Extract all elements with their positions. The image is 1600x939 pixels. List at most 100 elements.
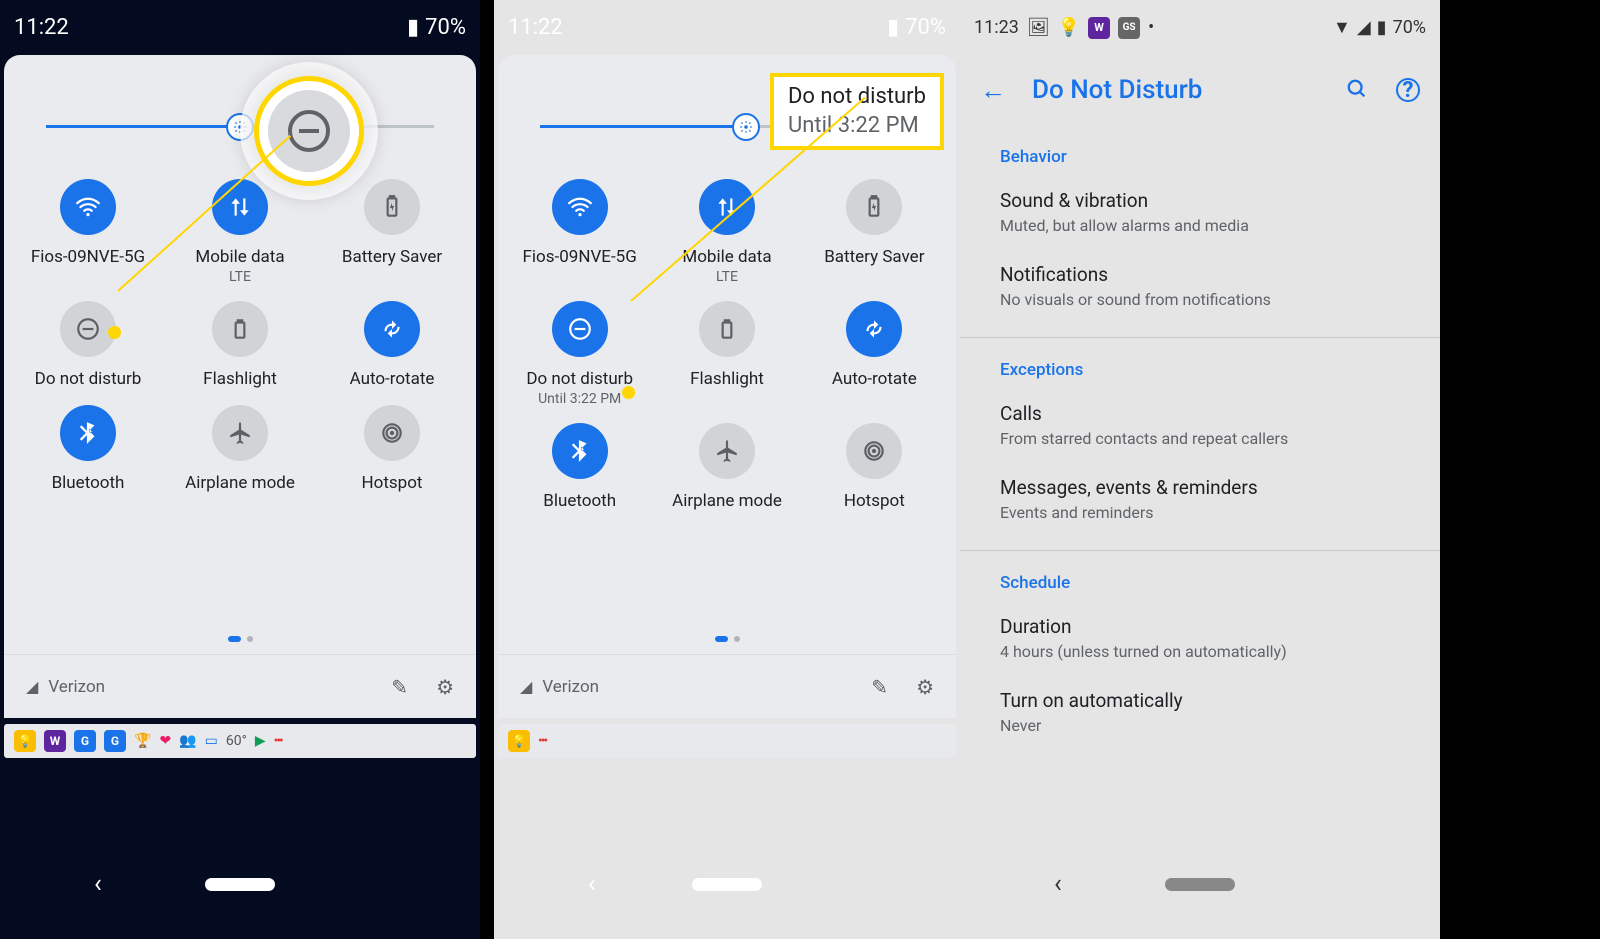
tile-label: Airplane mode <box>164 473 316 493</box>
gs2-icon: G <box>104 730 126 752</box>
hl-dot <box>108 326 121 339</box>
qs-footer: ◢ Verizon ✎ ⚙ <box>4 654 476 718</box>
brightness-gear-icon[interactable] <box>226 113 254 141</box>
home-pill[interactable] <box>1165 878 1235 891</box>
plane-icon <box>699 423 755 479</box>
setting-item[interactable]: Messages, events & reminders Events and r… <box>960 462 1440 536</box>
setting-sub: No visuals or sound from notifications <box>1000 290 1400 309</box>
setting-title: Duration <box>1000 615 1400 638</box>
section: BehaviorSound & vibrationMuted, but allo… <box>960 125 1440 337</box>
tile-plane[interactable]: Airplane mode <box>164 405 316 493</box>
home-pill[interactable] <box>692 878 762 891</box>
tile-sub: LTE <box>164 269 316 285</box>
tile-battery[interactable]: Battery Saver <box>801 179 948 285</box>
tile-label: Fios-09NVE-5G <box>12 247 164 267</box>
more-icon: ••• <box>274 733 282 749</box>
section: ExceptionsCallsFrom starred contacts and… <box>960 337 1440 550</box>
rotate-icon <box>846 301 902 357</box>
setting-title: Turn on automatically <box>1000 689 1400 712</box>
battery-pct: 70% <box>425 15 466 40</box>
plane-icon <box>212 405 268 461</box>
card-icon: ▭ <box>205 733 218 749</box>
battery-pct: 70% <box>905 15 946 40</box>
tile-dnd[interactable]: Do not disturb <box>12 301 164 389</box>
phone1: 11:22 ▮ 70% Fios-09NVE-5GMobile dataLTEB… <box>0 0 480 939</box>
nav-bar: ‹ <box>960 829 1440 939</box>
setting-item[interactable]: Turn on automatically Never <box>960 675 1440 749</box>
noti-bar[interactable]: 💡 W G G 🏆 ❤ 👥 ▭ 60° ▶ ••• <box>4 724 476 758</box>
bt-icon <box>60 405 116 461</box>
battery-icon: ▮ <box>887 15 899 40</box>
setting-item[interactable]: Notifications No visuals or sound from no… <box>960 249 1440 323</box>
tile-label: Do not disturb <box>12 369 164 389</box>
setting-sub: Never <box>1000 716 1400 735</box>
tile-label: Mobile data <box>164 247 316 267</box>
hotspot-icon <box>846 423 902 479</box>
tile-wifi[interactable]: Fios-09NVE-5G <box>506 179 653 285</box>
battery-pct: 70% <box>1393 17 1426 38</box>
edit-icon[interactable]: ✎ <box>391 675 408 699</box>
wifi-icon: ▼ <box>1333 17 1351 38</box>
nav-bar: ‹ <box>0 829 480 939</box>
setting-sub: Events and reminders <box>1000 503 1400 522</box>
tile-hotspot[interactable]: Hotspot <box>801 423 948 511</box>
tile-flash[interactable]: Flashlight <box>653 301 800 407</box>
setting-item[interactable]: Sound & vibrationMuted, but allow alarms… <box>960 175 1440 249</box>
phone3: 11:23 🖼 💡 W GS • ▼ ◢ ▮ 70% ← Do Not Dist… <box>960 0 1440 939</box>
gs-icon: G <box>74 730 96 752</box>
tile-label: Hotspot <box>801 491 948 511</box>
tile-rotate[interactable]: Auto-rotate <box>801 301 948 407</box>
settings-header: ← Do Not Disturb ? <box>960 55 1440 125</box>
tile-label: Flashlight <box>653 369 800 389</box>
back-icon[interactable]: ‹ <box>588 869 596 899</box>
setting-sub: 4 hours (unless turned on automatically) <box>1000 642 1400 661</box>
person-icon: 👥 <box>179 733 196 749</box>
tile-bt[interactable]: Bluetooth <box>506 423 653 511</box>
tile-sub: LTE <box>653 269 800 285</box>
tile-flash[interactable]: Flashlight <box>164 301 316 389</box>
brightness-slider[interactable] <box>46 103 434 153</box>
bulb-icon: 💡 <box>1058 17 1080 38</box>
bt-icon <box>552 423 608 479</box>
carrier: Verizon <box>48 677 105 697</box>
setting-title: Sound & vibration <box>1000 189 1400 212</box>
flash-icon <box>212 301 268 357</box>
flash-icon <box>699 301 755 357</box>
setting-item[interactable]: CallsFrom starred contacts and repeat ca… <box>960 388 1440 462</box>
tile-label: Hotspot <box>316 473 468 493</box>
tile-data[interactable]: Mobile dataLTE <box>653 179 800 285</box>
setting-title: Notifications <box>1000 263 1400 286</box>
settings-icon[interactable]: ⚙ <box>916 675 934 699</box>
search-icon[interactable] <box>1346 78 1368 102</box>
back-icon[interactable]: ‹ <box>94 869 102 899</box>
noti-bar[interactable]: 💡 ••• <box>498 724 956 758</box>
battery-icon: ▮ <box>1377 17 1387 38</box>
brightness-gear-icon[interactable] <box>732 113 760 141</box>
tile-label: Bluetooth <box>506 491 653 511</box>
tile-plane[interactable]: Airplane mode <box>653 423 800 511</box>
tile-label: Fios-09NVE-5G <box>506 247 653 267</box>
help-icon[interactable]: ? <box>1396 78 1420 102</box>
hotspot-icon <box>364 405 420 461</box>
time: 11:22 <box>508 15 563 40</box>
phone2: 11:22 ▮ 70% Fios-09NVE-5GMobile dataLTEB… <box>480 0 960 939</box>
tile-rotate[interactable]: Auto-rotate <box>316 301 468 389</box>
signal-icon: ◢ <box>520 677 532 696</box>
back-arrow-icon[interactable]: ← <box>980 75 1006 106</box>
quick-settings-panel: Fios-09NVE-5GMobile data LTEBattery Saver… <box>4 55 476 718</box>
edit-icon[interactable]: ✎ <box>871 675 888 699</box>
tile-hotspot[interactable]: Hotspot <box>316 405 468 493</box>
tile-label: Bluetooth <box>12 473 164 493</box>
setting-title: Messages, events & reminders <box>1000 476 1400 499</box>
tile-battery[interactable]: Battery Saver <box>316 179 468 285</box>
home-pill[interactable] <box>205 878 275 891</box>
section-heading: Exceptions <box>960 360 1440 388</box>
setting-item[interactable]: Duration 4 hours (unless turned on automa… <box>960 601 1440 675</box>
settings-icon[interactable]: ⚙ <box>436 675 454 699</box>
tile-bt[interactable]: Bluetooth <box>12 405 164 493</box>
tile-data[interactable]: Mobile data LTE <box>164 179 316 285</box>
highlight-dnd-tooltip: Do not disturb Until 3:22 PM <box>770 73 944 150</box>
settings-list: BehaviorSound & vibrationMuted, but allo… <box>960 125 1440 763</box>
back-icon[interactable]: ‹ <box>1054 869 1062 899</box>
temp: 60° <box>226 733 247 749</box>
